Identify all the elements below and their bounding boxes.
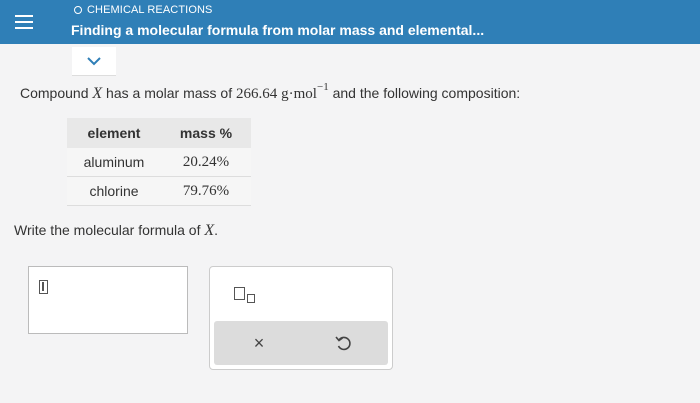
unit-exponent: −1	[316, 81, 329, 93]
progress-circle-icon	[74, 6, 82, 14]
mass-cell: 79.76%	[161, 176, 251, 206]
compound-variable: X	[92, 85, 103, 102]
chevron-down-icon	[87, 56, 101, 65]
question-text: Compound X has a molar mass of 266.64 g·…	[20, 81, 521, 103]
unit-mol: mol	[293, 86, 317, 102]
undo-icon	[335, 336, 351, 351]
mass-cell: 20.24%	[161, 148, 251, 177]
element-cell: chlorine	[67, 176, 161, 206]
undo-button[interactable]	[333, 332, 355, 354]
unit-g: g	[281, 86, 289, 102]
subscript-box-icon	[247, 294, 255, 303]
column-header-mass: mass %	[161, 118, 251, 148]
close-icon: ×	[253, 332, 265, 353]
answer-input[interactable]	[28, 266, 188, 334]
clear-button[interactable]: ×	[248, 332, 270, 354]
column-header-element: element	[67, 118, 161, 148]
section-label: CHEMICAL REACTIONS	[74, 4, 212, 16]
composition-table: element mass % aluminum 20.24% chlorine …	[67, 118, 251, 206]
collapse-header-button[interactable]	[72, 47, 116, 76]
question-part2: has a molar mass of	[102, 85, 236, 101]
prompt-variable: X	[204, 222, 215, 239]
subscript-template-icon	[234, 287, 245, 300]
element-cell: aluminum	[67, 148, 161, 177]
prompt-label: Write the molecular formula of	[14, 222, 205, 238]
question-part3: and the following composition:	[328, 85, 521, 101]
hamburger-icon[interactable]	[12, 10, 36, 34]
section-name: CHEMICAL REACTIONS	[87, 4, 213, 16]
action-bar: ×	[214, 321, 388, 365]
subscript-template-button[interactable]	[234, 287, 264, 305]
table-row: aluminum 20.24%	[67, 148, 251, 177]
text-cursor-icon	[39, 280, 48, 294]
prompt-text: Write the molecular formula of X.	[14, 222, 218, 240]
molar-mass-value: 266.64	[236, 86, 278, 102]
page-title: Finding a molecular formula from molar m…	[71, 22, 485, 38]
question-part1: Compound	[20, 85, 93, 101]
table-header-row: element mass %	[67, 118, 251, 148]
top-header: CHEMICAL REACTIONS Finding a molecular f…	[0, 0, 700, 44]
table-row: chlorine 79.76%	[67, 176, 251, 206]
prompt-end: .	[214, 222, 219, 238]
formula-toolbox: ×	[209, 266, 393, 370]
